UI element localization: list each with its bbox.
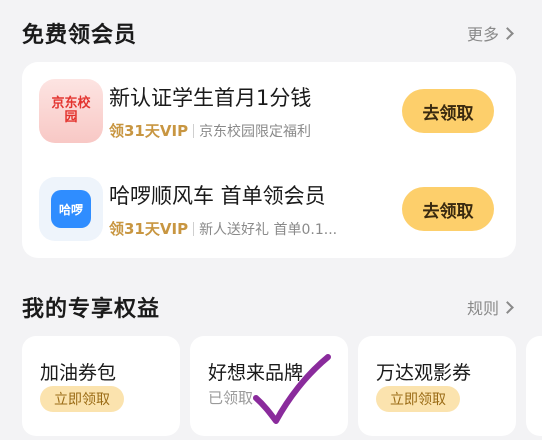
chevron-right-icon <box>501 26 514 40</box>
claim-now-button[interactable]: 立即领取 <box>40 386 124 412</box>
claim-button[interactable]: 去领取 <box>402 187 494 231</box>
exclusive-header: 我的专享权益 规则 <box>22 290 514 324</box>
jd-campus-logo: 京东校园 <box>39 79 103 143</box>
offer-jd-campus[interactable]: 京东校园 新认证学生首月1分钱 领31天VIP 京东校园限定福利 去领取 <box>22 62 516 160</box>
vip-duration: 领31天VIP <box>109 220 189 238</box>
rules-label: 规则 <box>466 299 499 318</box>
claim-button[interactable]: 去领取 <box>402 89 494 133</box>
offer-desc: 京东校园限定福利 <box>199 123 312 140</box>
free-vip-title: 免费领会员 <box>22 23 138 48</box>
benefit-name: 万达观影券 <box>376 362 472 384</box>
hellobike-logo-text: 哈啰 <box>51 190 91 228</box>
benefit-name: 加油券包 <box>40 362 117 384</box>
benefit-card-wanda[interactable]: 万达观影券 立即领取 <box>358 336 516 436</box>
benefit-card-fuel[interactable]: 加油券包 立即领取 <box>22 336 180 436</box>
offer-subtitle: 领31天VIP 新人送好礼 首单0.1... <box>109 218 337 239</box>
benefit-card-partial[interactable] <box>526 336 542 436</box>
free-vip-header: 免费领会员 更多 <box>22 16 514 50</box>
free-vip-card: 京东校园 新认证学生首月1分钱 领31天VIP 京东校园限定福利 去领取 哈啰 … <box>22 62 516 258</box>
more-link[interactable]: 更多 <box>466 21 514 45</box>
claim-now-button[interactable]: 立即领取 <box>376 386 460 412</box>
jd-campus-logo-text: 京东校园 <box>51 96 91 125</box>
offer-title: 哈啰顺风车 首单领会员 <box>109 184 326 208</box>
chevron-right-icon <box>501 300 514 314</box>
offer-desc: 新人送好礼 首单0.1... <box>199 221 338 238</box>
more-label: 更多 <box>466 25 499 44</box>
hellobike-logo: 哈啰 <box>39 177 103 241</box>
vip-duration: 领31天VIP <box>109 122 189 140</box>
offer-hellobike[interactable]: 哈啰 哈啰顺风车 首单领会员 领31天VIP 新人送好礼 首单0.1... 去领… <box>22 160 516 258</box>
divider <box>193 123 195 138</box>
exclusive-title: 我的专享权益 <box>22 297 161 322</box>
rules-link[interactable]: 规则 <box>466 295 514 319</box>
offer-subtitle: 领31天VIP 京东校园限定福利 <box>109 120 311 141</box>
checkmark-icon <box>253 354 331 424</box>
offer-title: 新认证学生首月1分钱 <box>109 86 312 110</box>
divider <box>193 221 195 236</box>
